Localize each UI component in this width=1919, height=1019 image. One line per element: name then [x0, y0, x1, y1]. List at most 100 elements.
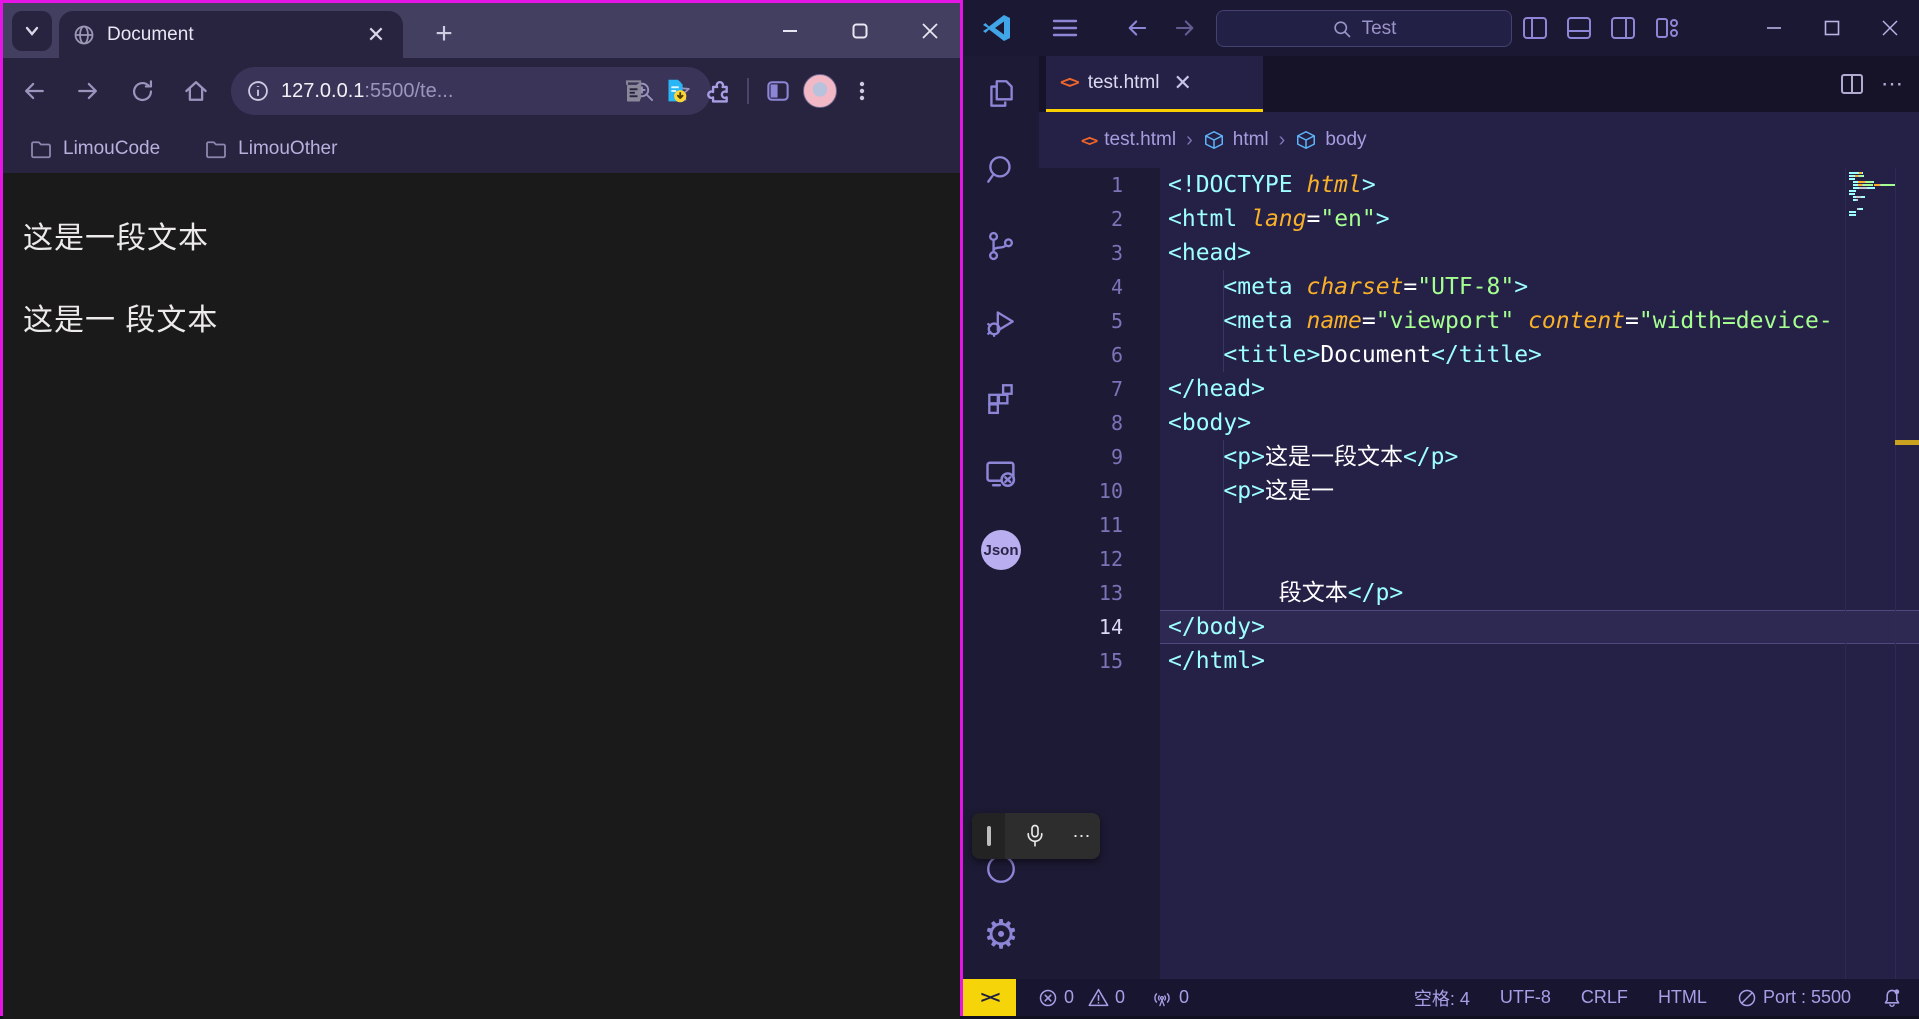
tab-search-button[interactable]	[12, 11, 52, 51]
tab-close-icon[interactable]: ✕	[363, 22, 389, 48]
close-icon	[921, 22, 939, 40]
encoding-status[interactable]: UTF-8	[1500, 987, 1551, 1008]
broadcast-status[interactable]: 0	[1151, 987, 1189, 1009]
editor-actions: ⋯	[1841, 56, 1905, 112]
download-extension-button[interactable]	[655, 70, 697, 112]
toggle-panel-button[interactable]	[1557, 6, 1601, 50]
breadcrumb-label: test.html	[1104, 129, 1176, 151]
tab-test-html[interactable]: <> test.html ✕	[1046, 56, 1263, 112]
command-center-search[interactable]: Test	[1216, 10, 1512, 47]
explorer-button[interactable]	[963, 56, 1039, 132]
reading-list-button[interactable]	[613, 70, 655, 112]
dictation-mic-button[interactable]	[1005, 823, 1064, 849]
forward-button[interactable]	[67, 70, 109, 112]
language-mode-status[interactable]: HTML	[1658, 987, 1707, 1008]
back-arrow-icon	[1124, 15, 1150, 41]
live-preview-button[interactable]	[963, 436, 1039, 512]
extensions-view-button[interactable]	[963, 360, 1039, 436]
breadcrumb-body[interactable]: body	[1295, 129, 1366, 151]
broadcast-count: 0	[1179, 987, 1189, 1008]
site-info-icon[interactable]	[245, 78, 271, 104]
run-debug-button[interactable]	[963, 284, 1039, 360]
dictation-handle[interactable]	[972, 813, 1005, 859]
json-extension-button[interactable]: Json	[963, 512, 1039, 588]
breadcrumb-file[interactable]: <> test.html	[1081, 129, 1176, 151]
search-label: Test	[1362, 18, 1397, 40]
dictation-more-button[interactable]: ⋯	[1064, 826, 1100, 847]
notifications-button[interactable]	[1881, 987, 1903, 1009]
code-line[interactable]: 15</html>	[1039, 644, 1919, 678]
menu-button[interactable]	[1043, 6, 1087, 50]
home-icon	[182, 77, 210, 105]
toggle-secondary-sidebar-button[interactable]	[1601, 6, 1645, 50]
remote-indicator[interactable]: ><	[963, 979, 1016, 1016]
code-line[interactable]: 3<head>	[1039, 236, 1919, 270]
navigate-back-button[interactable]	[1115, 6, 1159, 50]
tab-close-icon[interactable]: ✕	[1174, 70, 1192, 96]
problems-errors[interactable]: 0	[1038, 987, 1074, 1008]
browser-close-button[interactable]	[907, 13, 953, 49]
code-line[interactable]: 11	[1039, 508, 1919, 542]
kebab-menu-icon	[850, 79, 874, 103]
scrollbar[interactable]	[1895, 168, 1919, 979]
editor-tab-strip: <> test.html ✕ ⋯	[1039, 56, 1919, 112]
vscode-minimize-button[interactable]	[1745, 0, 1803, 56]
browser-maximize-button[interactable]	[837, 13, 883, 49]
side-panel-button[interactable]	[757, 70, 799, 112]
status-bar-right: 空格: 4 UTF-8 CRLF HTML Port : 5500	[1414, 985, 1919, 1011]
globe-favicon-icon	[73, 24, 95, 46]
customize-layout-button[interactable]	[1645, 6, 1689, 50]
code-line[interactable]: 8<body>	[1039, 406, 1919, 440]
indentation-status[interactable]: 空格: 4	[1414, 985, 1470, 1011]
reload-button[interactable]	[121, 70, 163, 112]
close-icon	[1881, 19, 1899, 37]
html-file-icon: <>	[1060, 72, 1078, 93]
folder-icon	[29, 137, 53, 161]
layout-controls	[1513, 0, 1689, 56]
reading-list-icon	[620, 77, 648, 105]
browser-tab[interactable]: Document ✕	[59, 11, 403, 58]
more-actions-icon[interactable]: ⋯	[1881, 71, 1905, 97]
browser-menu-button[interactable]	[841, 70, 883, 112]
eol-status[interactable]: CRLF	[1581, 987, 1628, 1008]
toggle-sidebar-button[interactable]	[1513, 6, 1557, 50]
breadcrumb-html[interactable]: html	[1203, 129, 1269, 151]
chevron-right-icon: ›	[1186, 129, 1193, 152]
vscode-close-button[interactable]	[1861, 0, 1919, 56]
extensions-menu-button[interactable]	[697, 70, 739, 112]
code-line[interactable]: 7</head>	[1039, 372, 1919, 406]
bookmark-folder-limouother[interactable]: LimouOther	[204, 137, 337, 161]
vscode-window: Test	[963, 0, 1919, 1016]
back-button[interactable]	[13, 70, 55, 112]
code-line[interactable]: 2<html lang="en">	[1039, 202, 1919, 236]
profile-button[interactable]	[799, 70, 841, 112]
minimap[interactable]	[1845, 168, 1895, 979]
extensions-icon	[984, 381, 1018, 415]
new-tab-button[interactable]: +	[427, 17, 461, 51]
code-line[interactable]: 9 <p>这是一段文本</p>	[1039, 440, 1919, 474]
navigate-forward-button[interactable]	[1163, 6, 1207, 50]
split-editor-icon[interactable]	[1841, 74, 1863, 94]
problems-warnings[interactable]: 0	[1088, 987, 1125, 1008]
source-control-button[interactable]	[963, 208, 1039, 284]
code-line[interactable]: 1<!DOCTYPE html>	[1039, 168, 1919, 202]
puzzle-icon	[704, 77, 733, 106]
vscode-maximize-button[interactable]	[1803, 0, 1861, 56]
code-line[interactable]: 4 <meta charset="UTF-8">	[1039, 270, 1919, 304]
home-button[interactable]	[175, 70, 217, 112]
code-line[interactable]: 12	[1039, 542, 1919, 576]
browser-minimize-button[interactable]	[767, 13, 813, 49]
git-branch-icon	[984, 229, 1018, 263]
web-page-content: 这是一段文本 这是一 段文本	[3, 173, 960, 1019]
code-line[interactable]: 10 <p>这是一	[1039, 474, 1919, 508]
bookmark-folder-limoucode[interactable]: LimouCode	[29, 137, 160, 161]
port-status[interactable]: Port : 5500	[1737, 987, 1851, 1008]
toolbar-divider	[747, 78, 749, 104]
code-line[interactable]: 14</body>	[1039, 610, 1919, 644]
code-line[interactable]: 6 <title>Document</title>	[1039, 338, 1919, 372]
settings-button[interactable]: ⚙	[963, 897, 1039, 973]
code-line[interactable]: 13 段文本</p>	[1039, 576, 1919, 610]
search-view-button[interactable]	[963, 132, 1039, 208]
code-editor[interactable]: 1<!DOCTYPE html>2<html lang="en">3<head>…	[1039, 168, 1919, 979]
code-line[interactable]: 5 <meta name="viewport" content="width=d…	[1039, 304, 1919, 338]
